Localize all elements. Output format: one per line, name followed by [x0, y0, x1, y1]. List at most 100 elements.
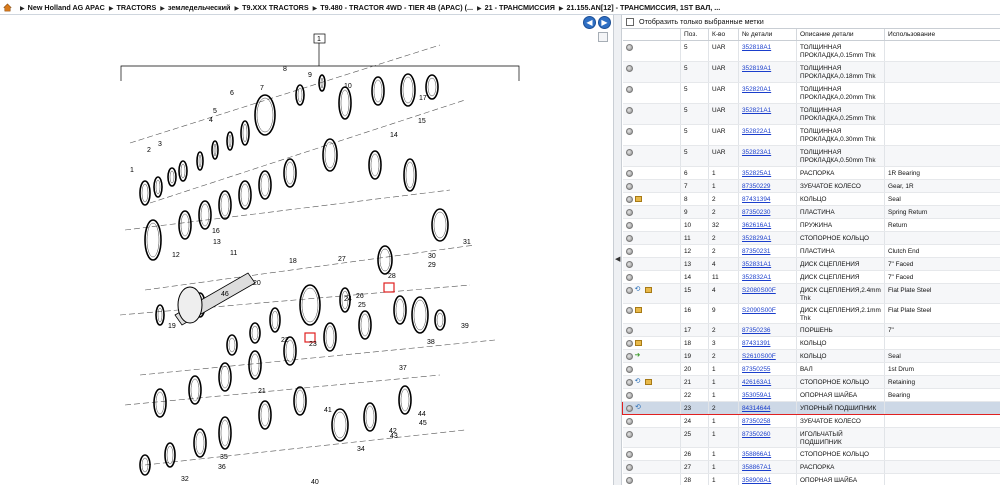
- table-row[interactable]: 5UAR352822A1ТОЛЩИННАЯ ПРОКЛАДКА,0.30mm T…: [623, 124, 1000, 145]
- part-number-link[interactable]: S2080S00F: [742, 287, 776, 294]
- breadcrumb-item[interactable]: T9.480 - TRACTOR 4WD - TIER 4B (APAC) (.…: [320, 3, 473, 12]
- kit-box-icon[interactable]: [635, 196, 642, 202]
- home-icon[interactable]: [3, 3, 12, 12]
- table-row[interactable]: 5UAR352819A1ТОЛЩИННАЯ ПРОКЛАДКА,0.18mm T…: [623, 61, 1000, 82]
- table-row[interactable]: 18387431391КОЛЬЦО: [623, 336, 1000, 349]
- table-row[interactable]: 5UAR352820A1ТОЛЩИННАЯ ПРОКЛАДКА,0.20mm T…: [623, 82, 1000, 103]
- panel-toggle-button[interactable]: [598, 32, 608, 42]
- table-row[interactable]: 12287350231ПЛАСТИНАClutch End: [623, 244, 1000, 257]
- table-row[interactable]: 9287350230ПЛАСТИНАSpring Return: [623, 205, 1000, 218]
- breadcrumb-item[interactable]: T9.XXX TRACTORS: [242, 3, 309, 12]
- part-number-link[interactable]: 362616A1: [742, 222, 771, 229]
- table-row[interactable]: 24187350258ЗУБЧАТОЕ КОЛЕСО: [623, 414, 1000, 427]
- breadcrumb-item[interactable]: 21.155.AN[12] - ТРАНСМИССИЯ, 1ST ВАЛ, ..…: [567, 3, 721, 12]
- breadcrumb-item[interactable]: TRACTORS: [116, 3, 156, 12]
- select-part-icon[interactable]: [626, 340, 633, 347]
- select-part-icon[interactable]: [626, 287, 633, 294]
- col-icons[interactable]: [623, 29, 681, 40]
- part-number-link[interactable]: 358867A1: [742, 464, 771, 471]
- part-number-link[interactable]: 352820A1: [742, 86, 771, 93]
- show-selected-checkbox[interactable]: [626, 18, 634, 26]
- select-part-icon[interactable]: [626, 418, 633, 425]
- part-number-link[interactable]: 87431391: [742, 340, 770, 347]
- select-part-icon[interactable]: [626, 248, 633, 255]
- table-row[interactable]: ➜192S2610S00FКОЛЬЦОSeal: [623, 349, 1000, 362]
- table-row[interactable]: 134352831A1ДИСК СЦЕПЛЕНИЯ7" Faced: [623, 257, 1000, 270]
- select-part-icon[interactable]: [626, 405, 633, 412]
- part-number-link[interactable]: 87350236: [742, 327, 770, 334]
- select-part-icon[interactable]: [626, 183, 633, 190]
- part-number-link[interactable]: 87350260: [742, 431, 770, 438]
- table-row[interactable]: 20187350255ВАЛ1st Drum: [623, 362, 1000, 375]
- panel-splitter[interactable]: ◀: [614, 15, 622, 485]
- select-part-icon[interactable]: [626, 65, 633, 72]
- select-part-icon[interactable]: [626, 261, 633, 268]
- table-row[interactable]: 5UAR352823A1ТОЛЩИННАЯ ПРОКЛАДКА,0.50mm T…: [623, 145, 1000, 166]
- part-number-link[interactable]: 87350230: [742, 209, 770, 216]
- part-number-link[interactable]: 352819A1: [742, 65, 771, 72]
- col-position[interactable]: Поз.: [681, 29, 709, 40]
- select-part-icon[interactable]: [626, 196, 633, 203]
- select-part-icon[interactable]: [626, 366, 633, 373]
- select-part-icon[interactable]: [626, 149, 633, 156]
- breadcrumb-item[interactable]: New Holland AG APAC: [28, 3, 105, 12]
- select-part-icon[interactable]: [626, 209, 633, 216]
- table-row[interactable]: 271358867A1РАСПОРКА: [623, 460, 1000, 473]
- part-number-link[interactable]: 87431394: [742, 196, 770, 203]
- next-page-button[interactable]: ▶: [598, 16, 611, 29]
- select-part-icon[interactable]: [626, 477, 633, 484]
- part-number-link[interactable]: 352822A1: [742, 128, 771, 135]
- diagram-canvas[interactable]: 1123456789101112131415161718192021222324…: [0, 15, 614, 485]
- part-number-link[interactable]: 358908A1: [742, 477, 771, 484]
- table-row[interactable]: 112352829A1СТОПОРНОЕ КОЛЬЦО: [623, 231, 1000, 244]
- replacement-icon[interactable]: ⟲: [635, 379, 643, 385]
- select-part-icon[interactable]: [626, 222, 633, 229]
- breadcrumb-item[interactable]: земледельческий: [168, 3, 231, 12]
- table-row[interactable]: 5UAR352821A1ТОЛЩИННАЯ ПРОКЛАДКА,0.25mm T…: [623, 103, 1000, 124]
- kit-box-icon[interactable]: [645, 379, 652, 385]
- table-row[interactable]: ⟲211426163A1СТОПОРНОЕ КОЛЬЦОRetaining: [623, 375, 1000, 388]
- part-number-link[interactable]: 87350258: [742, 418, 770, 425]
- part-number-link[interactable]: S2610S00F: [742, 353, 776, 360]
- kit-box-icon[interactable]: [635, 340, 642, 346]
- select-part-icon[interactable]: [626, 44, 633, 51]
- part-number-link[interactable]: 426163A1: [742, 379, 771, 386]
- select-part-icon[interactable]: [626, 392, 633, 399]
- select-part-icon[interactable]: [626, 128, 633, 135]
- part-number-link[interactable]: 87350229: [742, 183, 770, 190]
- kit-box-icon[interactable]: [635, 307, 642, 313]
- previous-page-button[interactable]: ◀: [583, 16, 596, 29]
- part-number-link[interactable]: 352821A1: [742, 107, 771, 114]
- part-number-link[interactable]: 352825A1: [742, 170, 771, 177]
- table-row[interactable]: 169S2090S00FДИСК СЦЕПЛЕНИЯ,2.1mm ThkFlat…: [623, 303, 1000, 323]
- select-part-icon[interactable]: [626, 86, 633, 93]
- table-row[interactable]: 221353059A1ОПОРНАЯ ШАЙБАBearing: [623, 388, 1000, 401]
- part-number-link[interactable]: 352823A1: [742, 149, 771, 156]
- select-part-icon[interactable]: [626, 107, 633, 114]
- part-number-link[interactable]: 84314644: [742, 405, 770, 412]
- col-quantity[interactable]: К-во: [709, 29, 739, 40]
- table-row[interactable]: ⟲23284314644УПОРНЫЙ ПОДШИПНИК: [623, 401, 1000, 414]
- part-number-link[interactable]: 353059A1: [742, 392, 771, 399]
- table-row[interactable]: ⟲154S2080S00FДИСК СЦЕПЛЕНИЯ,2.4mm ThkFla…: [623, 283, 1000, 303]
- table-row[interactable]: 5UAR352818A1ТОЛЩИННАЯ ПРОКЛАДКА,0.15mm T…: [623, 40, 1000, 61]
- select-part-icon[interactable]: [626, 170, 633, 177]
- part-number-link[interactable]: 352832A1: [742, 274, 771, 281]
- forward-arrow-icon[interactable]: ➜: [635, 353, 643, 359]
- replacement-icon[interactable]: ⟲: [635, 405, 643, 411]
- part-number-link[interactable]: 352829A1: [742, 235, 771, 242]
- select-part-icon[interactable]: [626, 353, 633, 360]
- select-part-icon[interactable]: [626, 431, 633, 438]
- table-row[interactable]: 8287431394КОЛЬЦОSeal: [623, 192, 1000, 205]
- col-description[interactable]: Описание детали: [797, 29, 885, 40]
- table-row[interactable]: 25187350260ИГОЛЬЧАТЫЙ ПОДШИПНИК: [623, 427, 1000, 447]
- select-part-icon[interactable]: [626, 327, 633, 334]
- table-row[interactable]: 281358908A1ОПОРНАЯ ШАЙБА: [623, 473, 1000, 485]
- part-number-link[interactable]: 87350231: [742, 248, 770, 255]
- part-number-link[interactable]: 352818A1: [742, 44, 771, 51]
- select-part-icon[interactable]: [626, 451, 633, 458]
- breadcrumb-item[interactable]: 21 - ТРАНСМИССИЯ: [485, 3, 555, 12]
- part-number-link[interactable]: 352831A1: [742, 261, 771, 268]
- col-usage[interactable]: Использование: [885, 29, 1000, 40]
- select-part-icon[interactable]: [626, 235, 633, 242]
